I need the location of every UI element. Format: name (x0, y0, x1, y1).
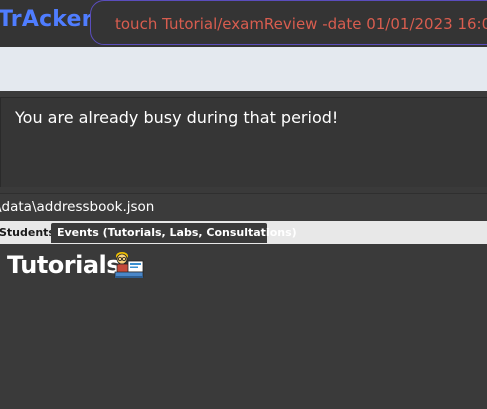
app-title: TrAcker (0, 7, 93, 32)
section-title: Tutorials (7, 251, 121, 279)
tab-events[interactable]: Events (Tutorials, Labs, Consultations) (51, 223, 297, 243)
command-input-box[interactable]: touch Tutorial/examReview -date 01/01/20… (90, 0, 487, 45)
tab-students[interactable]: Students (0, 223, 55, 243)
file-path-label: \data\addressbook.json (0, 199, 155, 215)
menu-band (0, 47, 487, 91)
command-input[interactable]: touch Tutorial/examReview -date 01/01/20… (115, 15, 487, 33)
events-panel: Tutorials (0, 244, 487, 409)
result-message: You are already busy during that period! (15, 108, 339, 127)
top-bar: TrAcker touch Tutorial/examReview -date … (0, 0, 487, 47)
status-bar: \data\addressbook.json (0, 193, 487, 221)
result-display: You are already busy during that period! (0, 97, 487, 187)
result-section: You are already busy during that period! (0, 91, 487, 187)
tutor-at-desk-icon (114, 252, 144, 278)
tab-strip: Students Events (Tutorials, Labs, Consul… (0, 221, 487, 244)
